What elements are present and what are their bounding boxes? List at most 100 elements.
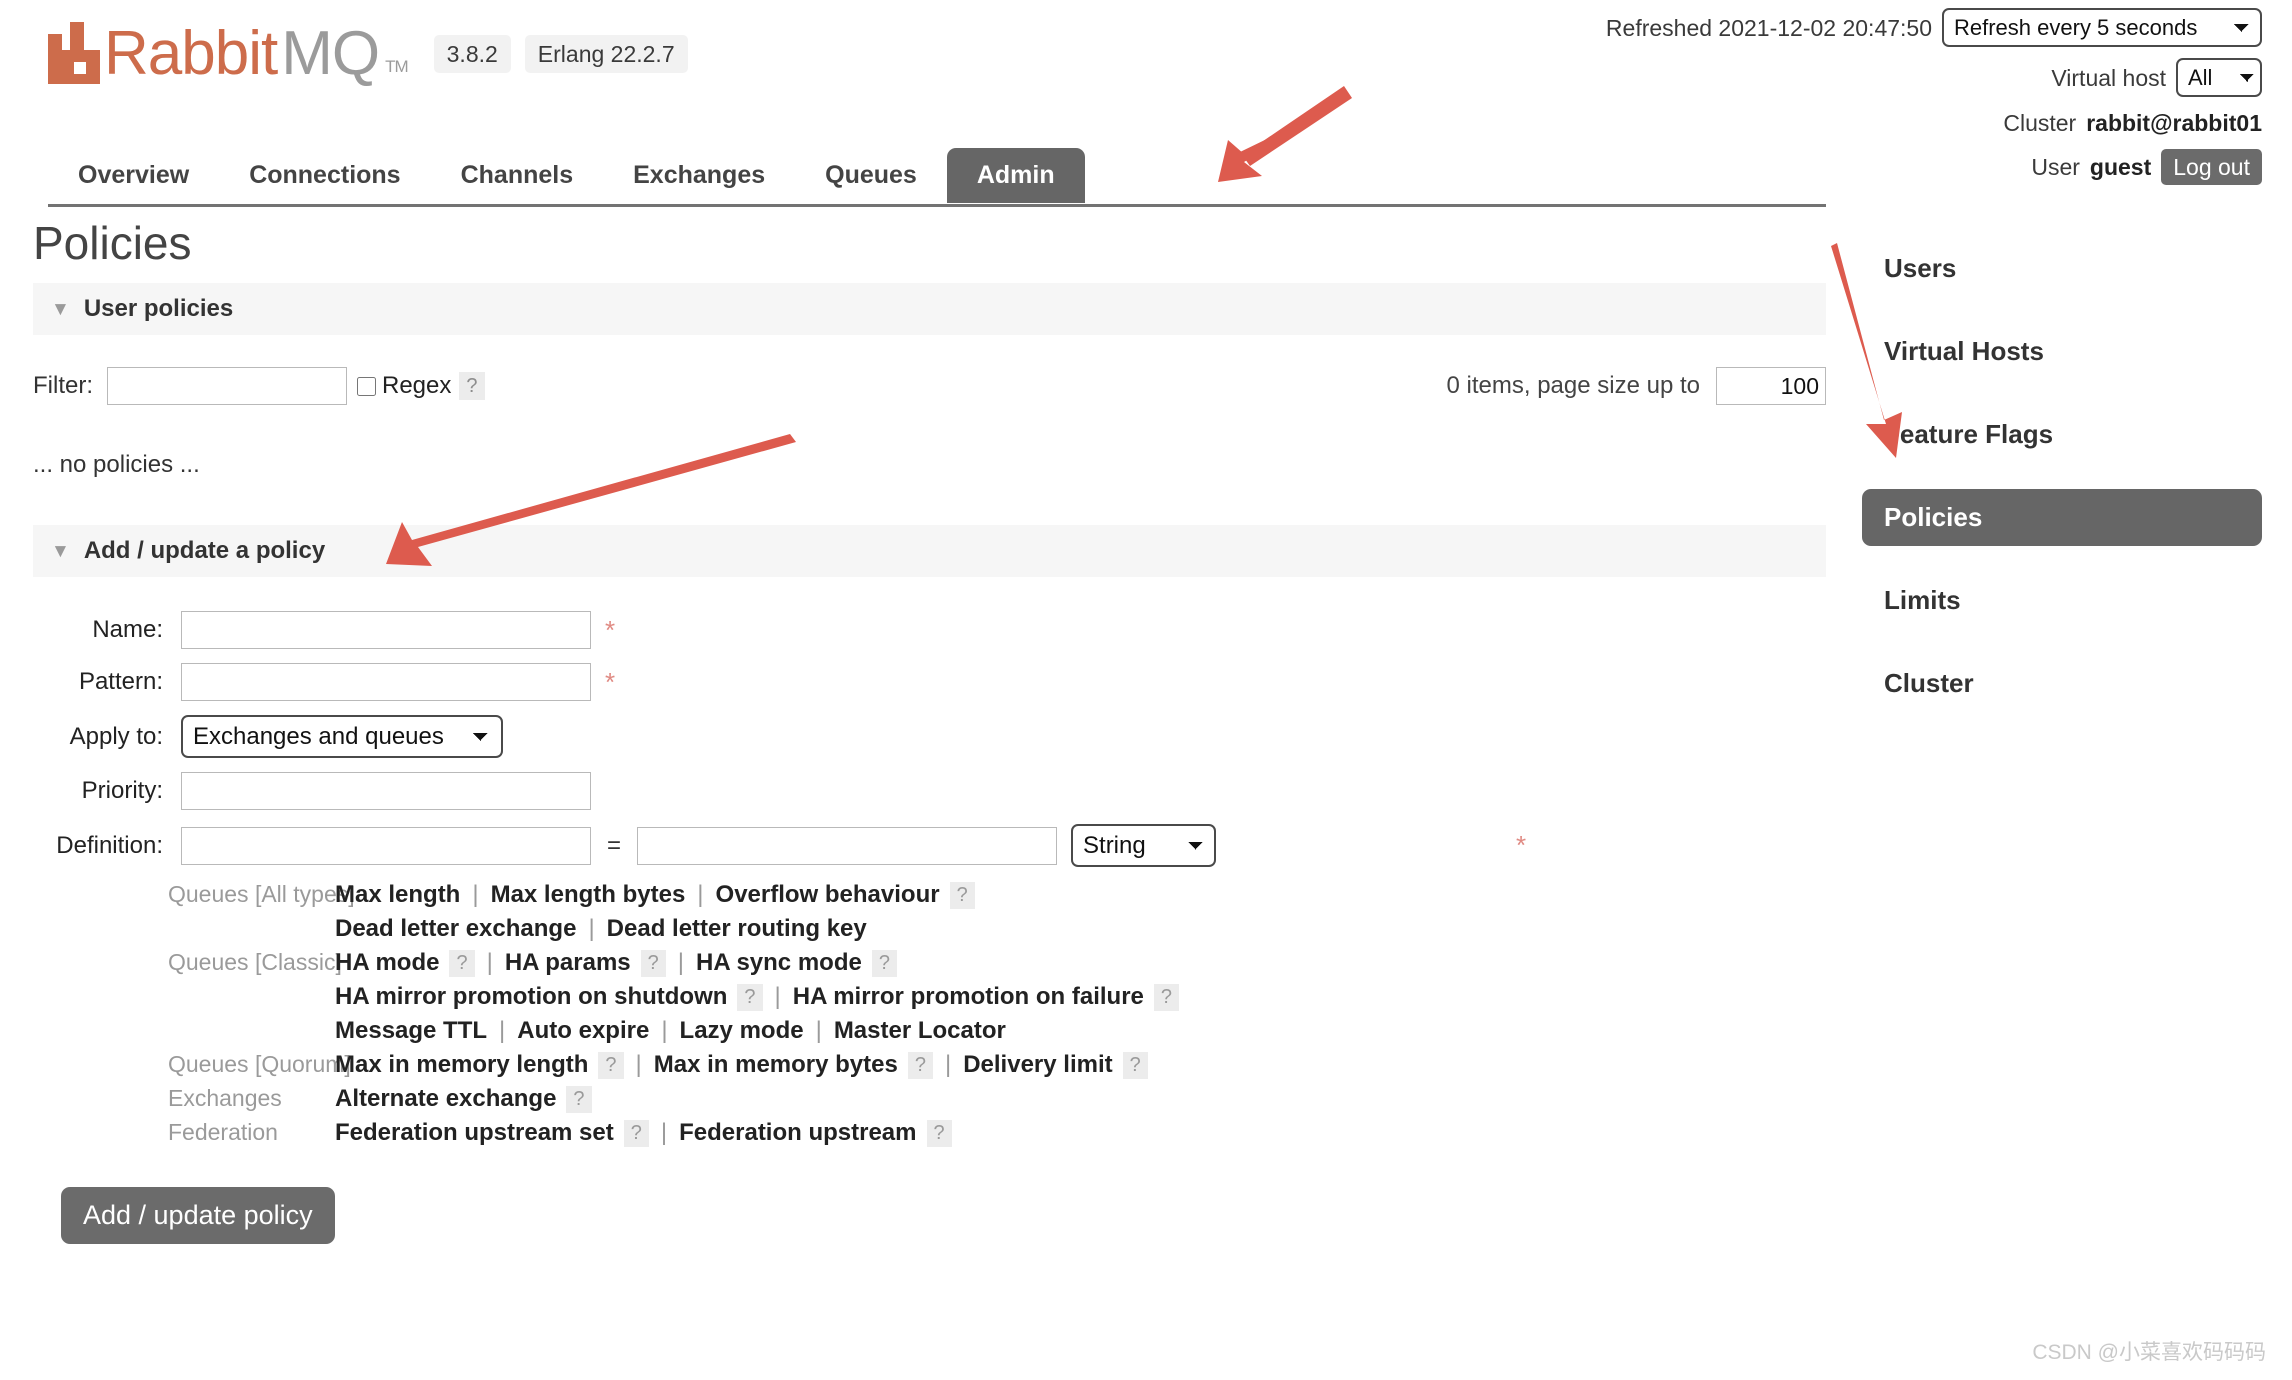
hint-link-federation-upstream[interactable]: Federation upstream [679, 1119, 916, 1147]
ha-sync-mode-help-icon[interactable]: ? [872, 950, 897, 977]
hint-separator: | [661, 1119, 667, 1147]
hint-separator: | [945, 1051, 951, 1079]
hint-link-auto-expire[interactable]: Auto expire [517, 1017, 649, 1045]
hint-link-max-length[interactable]: Max length [335, 881, 460, 909]
hint-row: Dead letter exchange | Dead letter routi… [33, 915, 1860, 943]
hint-link-federation-upstream-set[interactable]: Federation upstream set [335, 1119, 614, 1147]
hint-link-ha-mode[interactable]: HA mode [335, 949, 439, 977]
hint-row: HA mirror promotion on shutdown ? | HA m… [33, 983, 1860, 1011]
hint-link-group: Max in memory length ? | Max in memory b… [335, 1051, 1148, 1079]
cluster-label: Cluster [2003, 108, 2076, 138]
hint-category-label: Queues [All types] [33, 881, 335, 908]
rabbitmq-logo[interactable]: RabbitMQTM [48, 22, 408, 84]
overflow-behaviour-help-icon[interactable]: ? [950, 882, 975, 909]
sidebar-item-cluster[interactable]: Cluster [1862, 655, 2262, 712]
hint-link-group: Federation upstream set ? | Federation u… [335, 1119, 952, 1147]
hint-link-lazy-mode[interactable]: Lazy mode [680, 1017, 804, 1045]
add-policy-title: Add / update a policy [84, 537, 325, 565]
alternate-exchange-help-icon[interactable]: ? [566, 1086, 591, 1113]
vhost-select[interactable]: All [2176, 58, 2262, 97]
filter-input[interactable] [107, 367, 347, 405]
sidebar-item-limits[interactable]: Limits [1862, 572, 2262, 629]
collapse-caret-icon[interactable]: ▼ [51, 300, 70, 319]
user-policies-section-header[interactable]: ▼ User policies [33, 283, 1826, 335]
ha-mirror-promotion-shutdown-help-icon[interactable]: ? [737, 984, 762, 1011]
log-out-button[interactable]: Log out [2161, 149, 2262, 185]
hint-link-delivery-limit[interactable]: Delivery limit [963, 1051, 1112, 1079]
delivery-limit-help-icon[interactable]: ? [1123, 1052, 1148, 1079]
page-title: Policies [0, 215, 1860, 271]
hint-link-ha-mirror-promotion-on-failure[interactable]: HA mirror promotion on failure [793, 983, 1144, 1011]
hint-link-dead-letter-routing-key[interactable]: Dead letter routing key [607, 915, 867, 943]
filter-row: Filter: Regex ? 0 items, page size up to [33, 367, 1826, 405]
hint-link-ha-params[interactable]: HA params [505, 949, 631, 977]
hint-link-message-ttl[interactable]: Message TTL [335, 1017, 487, 1045]
field-row-priority: Priority: [33, 772, 1860, 810]
hint-link-max-length-bytes[interactable]: Max length bytes [491, 881, 686, 909]
field-row-apply-to: Apply to: Exchanges and queues [33, 715, 1860, 758]
definition-type-select[interactable]: String [1071, 824, 1216, 867]
hint-link-max-in-memory-length[interactable]: Max in memory length [335, 1051, 588, 1079]
collapse-caret-icon[interactable]: ▼ [51, 542, 70, 561]
hint-link-ha-sync-mode[interactable]: HA sync mode [696, 949, 862, 977]
hint-separator: | [678, 949, 684, 977]
hint-link-group: Message TTL | Auto expire | Lazy mode | … [335, 1017, 1006, 1045]
tab-admin[interactable]: Admin [947, 148, 1085, 203]
definition-key-input[interactable] [181, 827, 591, 865]
sidebar-item-feature-flags[interactable]: Feature Flags [1862, 406, 2262, 463]
hint-link-ha-mirror-promotion-on-shutdown[interactable]: HA mirror promotion on shutdown [335, 983, 727, 1011]
add-policy-section-header[interactable]: ▼ Add / update a policy [33, 525, 1826, 577]
logo-trademark: TM [385, 50, 408, 84]
max-in-memory-length-help-icon[interactable]: ? [598, 1052, 623, 1079]
federation-upstream-set-help-icon[interactable]: ? [624, 1120, 649, 1147]
definition-label: Definition: [33, 832, 181, 860]
apply-to-label: Apply to: [33, 723, 181, 751]
ha-mirror-promotion-failure-help-icon[interactable]: ? [1154, 984, 1179, 1011]
main-navigation: Overview Connections Channels Exchanges … [0, 148, 1860, 205]
vhost-label: Virtual host [2051, 63, 2166, 93]
hint-category-label: Queues [Quorum] [33, 1051, 335, 1078]
tab-overview[interactable]: Overview [48, 148, 219, 203]
tab-channels[interactable]: Channels [431, 148, 604, 203]
tab-connections[interactable]: Connections [219, 148, 430, 203]
page-size-input[interactable] [1716, 367, 1826, 405]
filter-label: Filter: [33, 372, 93, 400]
apply-to-select[interactable]: Exchanges and queues [181, 715, 503, 758]
vhost-row: Virtual host All [1606, 58, 2262, 97]
federation-upstream-help-icon[interactable]: ? [927, 1120, 952, 1147]
refresh-row: Refreshed 2021-12-02 20:47:50 Refresh ev… [1606, 8, 2262, 47]
ha-params-help-icon[interactable]: ? [641, 950, 666, 977]
user-policies-title: User policies [84, 295, 233, 323]
policy-name-input[interactable] [181, 611, 591, 649]
policy-pattern-input[interactable] [181, 663, 591, 701]
add-policy-form: Name: * Pattern: * Apply to: Exchanges a… [33, 577, 1860, 1244]
hint-link-overflow-behaviour[interactable]: Overflow behaviour [716, 881, 940, 909]
add-update-policy-button[interactable]: Add / update policy [61, 1187, 335, 1244]
sidebar-item-users[interactable]: Users [1862, 240, 2262, 297]
sidebar-item-policies[interactable]: Policies [1862, 489, 2262, 546]
tab-exchanges[interactable]: Exchanges [603, 148, 795, 203]
hint-link-dead-letter-exchange[interactable]: Dead letter exchange [335, 915, 576, 943]
hint-category-label: Exchanges [33, 1085, 335, 1112]
policy-priority-input[interactable] [181, 772, 591, 810]
hint-link-master-locator[interactable]: Master Locator [834, 1017, 1006, 1045]
definition-shortcut-hints: Queues [All types] Max length | Max leng… [33, 881, 1860, 1147]
tab-queues[interactable]: Queues [795, 148, 947, 203]
regex-checkbox[interactable] [357, 377, 376, 396]
hint-row: Exchanges Alternate exchange ? [33, 1085, 1860, 1113]
csdn-watermark: CSDN @小菜喜欢码码码 [2032, 1336, 2266, 1366]
definition-value-input[interactable] [637, 827, 1057, 865]
hint-link-group: HA mode ? | HA params ? | HA sync mode ? [335, 949, 897, 977]
ha-mode-help-icon[interactable]: ? [449, 950, 474, 977]
hint-link-alternate-exchange[interactable]: Alternate exchange [335, 1085, 556, 1113]
user-name: guest [2090, 152, 2151, 182]
definition-equals-sign: = [607, 832, 621, 860]
field-row-definition: Definition: = String * [33, 824, 1860, 867]
regex-help-icon[interactable]: ? [459, 372, 484, 400]
sidebar-item-virtual-hosts[interactable]: Virtual Hosts [1862, 323, 2262, 380]
hint-link-group: Dead letter exchange | Dead letter routi… [335, 915, 867, 943]
logo-text-rabbit: Rabbit [104, 24, 277, 84]
max-in-memory-bytes-help-icon[interactable]: ? [908, 1052, 933, 1079]
hint-link-max-in-memory-bytes[interactable]: Max in memory bytes [654, 1051, 898, 1079]
refresh-interval-select[interactable]: Refresh every 5 seconds [1942, 8, 2262, 47]
